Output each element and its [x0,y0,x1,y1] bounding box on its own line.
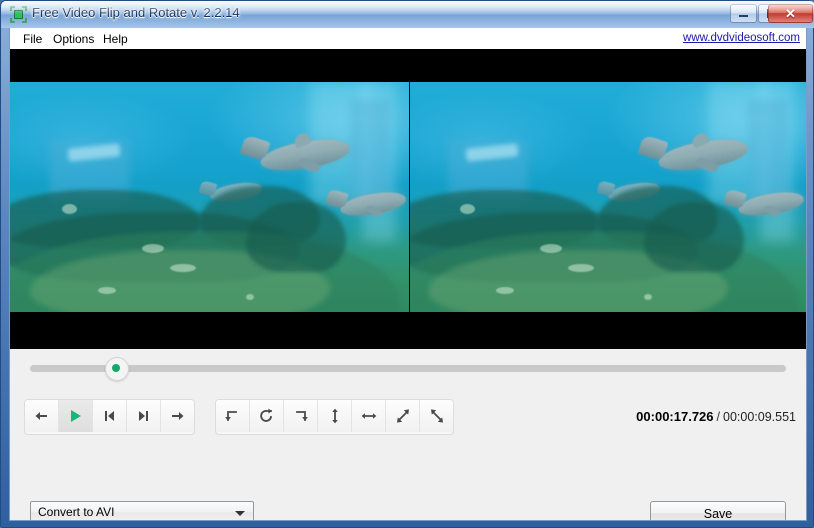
menu-bar: File Options Help www.dvdvideosoft.com [10,28,806,50]
arrow-right-icon [172,412,184,420]
menu-file[interactable]: File [18,31,47,47]
window-title: Free Video Flip and Rotate v. 2.2.14 [32,5,240,20]
step-back-button[interactable] [25,400,59,432]
menu-options[interactable]: Options [48,31,99,47]
skip-previous-icon [105,411,114,421]
menu-help[interactable]: Help [98,31,133,47]
play-button[interactable] [59,400,93,432]
controls-row: 00:00:17.726/00:00:09.551 [10,387,806,449]
flip-diagonal-up-icon [396,409,409,423]
crop-rotate-icon [10,6,27,23]
flip-diagonal-down-icon [430,409,443,423]
minimize-button[interactable] [730,4,757,23]
save-button-label: Save [703,506,733,521]
transport-toolbar [24,399,195,435]
save-button[interactable]: Save [650,501,786,521]
arrow-left-icon [35,412,47,420]
rotate-counterclockwise-icon [224,411,237,421]
rotate-flip-toolbar [215,399,454,435]
chevron-down-icon [235,511,245,516]
rotate-180-button[interactable] [250,400,284,432]
skip-next-icon [139,411,148,421]
play-icon [70,410,81,422]
output-format-select[interactable]: Convert to AVI [30,501,254,520]
time-separator: / [716,410,720,424]
bottom-bar: Convert to AVI Save [10,449,806,521]
transformed-video-preview[interactable] [410,82,806,312]
time-display: 00:00:17.726/00:00:09.551 [636,409,796,424]
next-frame-button[interactable] [127,400,161,432]
title-bar[interactable]: Free Video Flip and Rotate v. 2.2.14 ✕ [1,1,814,28]
rotate-right-button[interactable] [284,400,318,432]
flip-horizontal-button[interactable] [352,400,386,432]
website-link[interactable]: www.dvdvideosoft.com [683,32,800,44]
total-time: 00:00:09.551 [723,410,796,424]
flip-diagonal-up-button[interactable] [386,400,420,432]
flip-horizontal-icon [361,413,376,419]
application-window: Free Video Flip and Rotate v. 2.2.14 ✕ F… [0,0,814,528]
flip-vertical-button[interactable] [318,400,352,432]
underwater-scene-original [10,82,409,312]
video-preview-area [10,49,806,349]
flip-diagonal-down-button[interactable] [420,400,453,432]
current-time: 00:00:17.726 [636,409,714,424]
original-video-preview[interactable] [10,82,409,312]
flip-vertical-icon [331,408,338,424]
step-forward-button[interactable] [161,400,194,432]
seek-bar[interactable] [10,349,806,387]
output-format-label: Convert to AVI [38,505,115,519]
prev-frame-button[interactable] [93,400,127,432]
seek-handle[interactable] [105,357,129,381]
minimize-icon [731,5,756,22]
client-area: File Options Help www.dvdvideosoft.com 0… [9,28,807,521]
rotate-left-button[interactable] [216,400,250,432]
preview-divider [409,82,410,312]
seek-track[interactable] [30,365,786,372]
close-button[interactable]: ✕ [768,4,813,23]
rotate-clockwise-icon [295,411,308,421]
rotate-full-icon [259,408,272,422]
underwater-scene-transformed [410,82,806,312]
close-icon: ✕ [785,5,796,21]
